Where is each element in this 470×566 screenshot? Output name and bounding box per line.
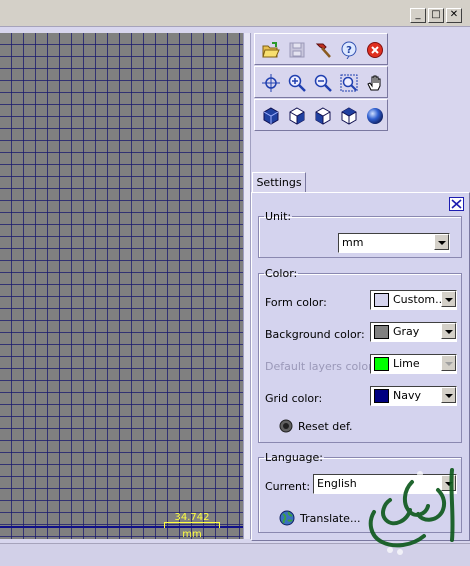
stop-icon[interactable]: [366, 41, 384, 59]
default-layers-color-select: Lime: [370, 354, 457, 374]
reset-icon: [279, 419, 293, 433]
form-color-select[interactable]: Custom...: [370, 290, 457, 310]
chevron-down-icon[interactable]: [441, 323, 456, 339]
language-current-label: Current:: [265, 480, 311, 493]
form-color-swatch: [374, 293, 389, 307]
background-color-value: Gray: [393, 325, 420, 338]
scale-bar-value: 34.742: [174, 512, 210, 523]
background-color-label: Background color:: [265, 328, 365, 341]
toolbar-row-view: [254, 66, 388, 98]
cube-view-2-icon[interactable]: [288, 107, 306, 125]
window-title-bar: _ □ ✕: [0, 0, 470, 27]
default-layers-color-swatch: [374, 357, 389, 371]
close-window-button[interactable]: ✕: [446, 8, 462, 23]
cube-view-3-icon[interactable]: [314, 107, 332, 125]
tab-settings[interactable]: Settings: [252, 172, 306, 193]
translate-button[interactable]: Translate...: [279, 508, 369, 528]
default-layers-color-label: Default layers color:: [265, 360, 377, 373]
form-color-label: Form color:: [265, 296, 327, 309]
grid-color-select[interactable]: Navy: [370, 386, 457, 406]
unit-select-value: mm: [342, 236, 364, 249]
grid-color-label: Grid color:: [265, 392, 323, 405]
language-select-value: English: [317, 477, 357, 490]
form-color-value: Custom...: [393, 293, 446, 306]
translate-label: Translate...: [300, 512, 361, 525]
maximize-button[interactable]: □: [428, 8, 444, 23]
background-color-swatch: [374, 325, 389, 339]
sphere-icon[interactable]: [366, 107, 384, 125]
svg-text:?: ?: [346, 45, 352, 56]
unit-legend: Unit:: [265, 210, 292, 223]
chevron-down-icon[interactable]: [441, 387, 456, 403]
panel-splitter[interactable]: [243, 33, 251, 539]
pan-cross-icon[interactable]: [262, 74, 280, 92]
toolbar-row-3d: [254, 99, 388, 131]
help-icon[interactable]: ?: [340, 41, 358, 59]
color-group: Color: Form color: Custom... Background …: [258, 267, 462, 443]
chevron-down-icon[interactable]: [434, 234, 449, 250]
open-folder-icon[interactable]: [262, 41, 280, 59]
chevron-down-icon[interactable]: [441, 291, 456, 307]
toolbar-row-file: ?: [254, 33, 388, 65]
default-layers-color-value: Lime: [393, 357, 420, 370]
zoom-fit-icon[interactable]: [340, 74, 358, 92]
unit-group: Unit: mm: [258, 210, 462, 258]
scale-bar-unit: mm: [182, 529, 202, 540]
cube-view-1-icon[interactable]: [262, 107, 280, 125]
chevron-down-icon: [441, 355, 456, 371]
close-panel-icon[interactable]: [449, 197, 464, 211]
globe-icon: [279, 510, 295, 526]
zoom-out-icon[interactable]: [314, 74, 332, 92]
hand-icon[interactable]: [366, 74, 384, 92]
reset-defaults-button[interactable]: Reset def.: [279, 416, 359, 436]
language-legend: Language:: [265, 451, 323, 464]
zoom-in-icon[interactable]: [288, 74, 306, 92]
color-legend: Color:: [265, 267, 298, 280]
save-icon[interactable]: [288, 41, 306, 59]
cube-view-4-icon[interactable]: [340, 107, 358, 125]
drawing-canvas[interactable]: [0, 33, 243, 539]
grid-color-value: Navy: [393, 389, 421, 402]
grid-color-swatch: [374, 389, 389, 403]
unit-select[interactable]: mm: [338, 233, 450, 253]
calligraphy-watermark: [368, 468, 455, 555]
hammer-icon[interactable]: [314, 41, 332, 59]
reset-defaults-label: Reset def.: [298, 420, 353, 433]
minimize-button[interactable]: _: [410, 8, 426, 23]
background-color-select[interactable]: Gray: [370, 322, 457, 342]
